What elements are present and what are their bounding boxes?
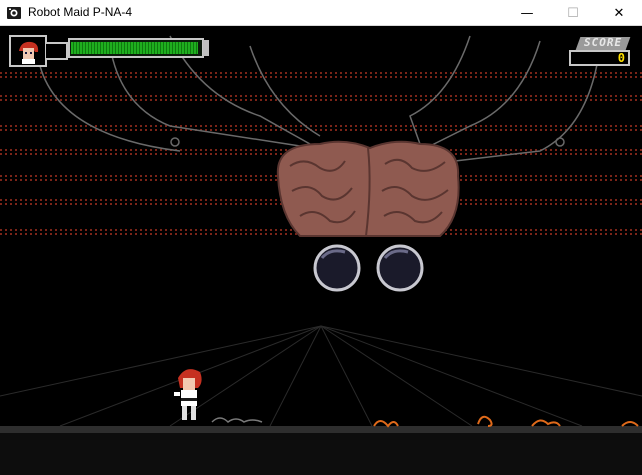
game-viewport[interactable]: SCORE 0 [0, 26, 642, 475]
close-button[interactable]: ✕ [596, 0, 642, 26]
title-bar[interactable]: Robot Maid P-NA-4 — ☐ ✕ [0, 0, 642, 26]
orange-crawler[interactable] [477, 415, 493, 427]
score-value: 0 [617, 51, 625, 65]
score-label: SCORE [584, 36, 623, 49]
robot-maid-player[interactable] [174, 369, 202, 420]
game-scene [0, 35, 642, 475]
maximize-icon: ☐ [567, 5, 579, 21]
window-title: Robot Maid P-NA-4 [28, 5, 133, 19]
floor-debris [211, 417, 263, 423]
health-bar-cap [203, 40, 209, 56]
orange-crawler[interactable] [531, 419, 561, 427]
robot-maid-portrait [9, 35, 47, 67]
close-icon: ✕ [613, 5, 625, 21]
minimize-button[interactable]: — [504, 0, 550, 26]
game-window: Robot Maid P-NA-4 — ☐ ✕ SCORE 0 [0, 0, 642, 475]
health-bar [68, 38, 204, 58]
hud-connector [46, 42, 68, 60]
health-bar-fill [71, 42, 198, 54]
floor [0, 426, 642, 433]
minimize-icon: — [520, 5, 534, 21]
orange-crawler[interactable] [373, 420, 399, 428]
floor-perspective-lines [0, 325, 642, 427]
game-app-icon [7, 7, 21, 19]
orange-crawler[interactable] [621, 421, 639, 427]
score-box: 0 [569, 50, 630, 66]
giant-brain-boss[interactable] [276, 140, 460, 292]
portrait-icon [19, 41, 39, 64]
maximize-button[interactable]: ☐ [550, 0, 596, 26]
